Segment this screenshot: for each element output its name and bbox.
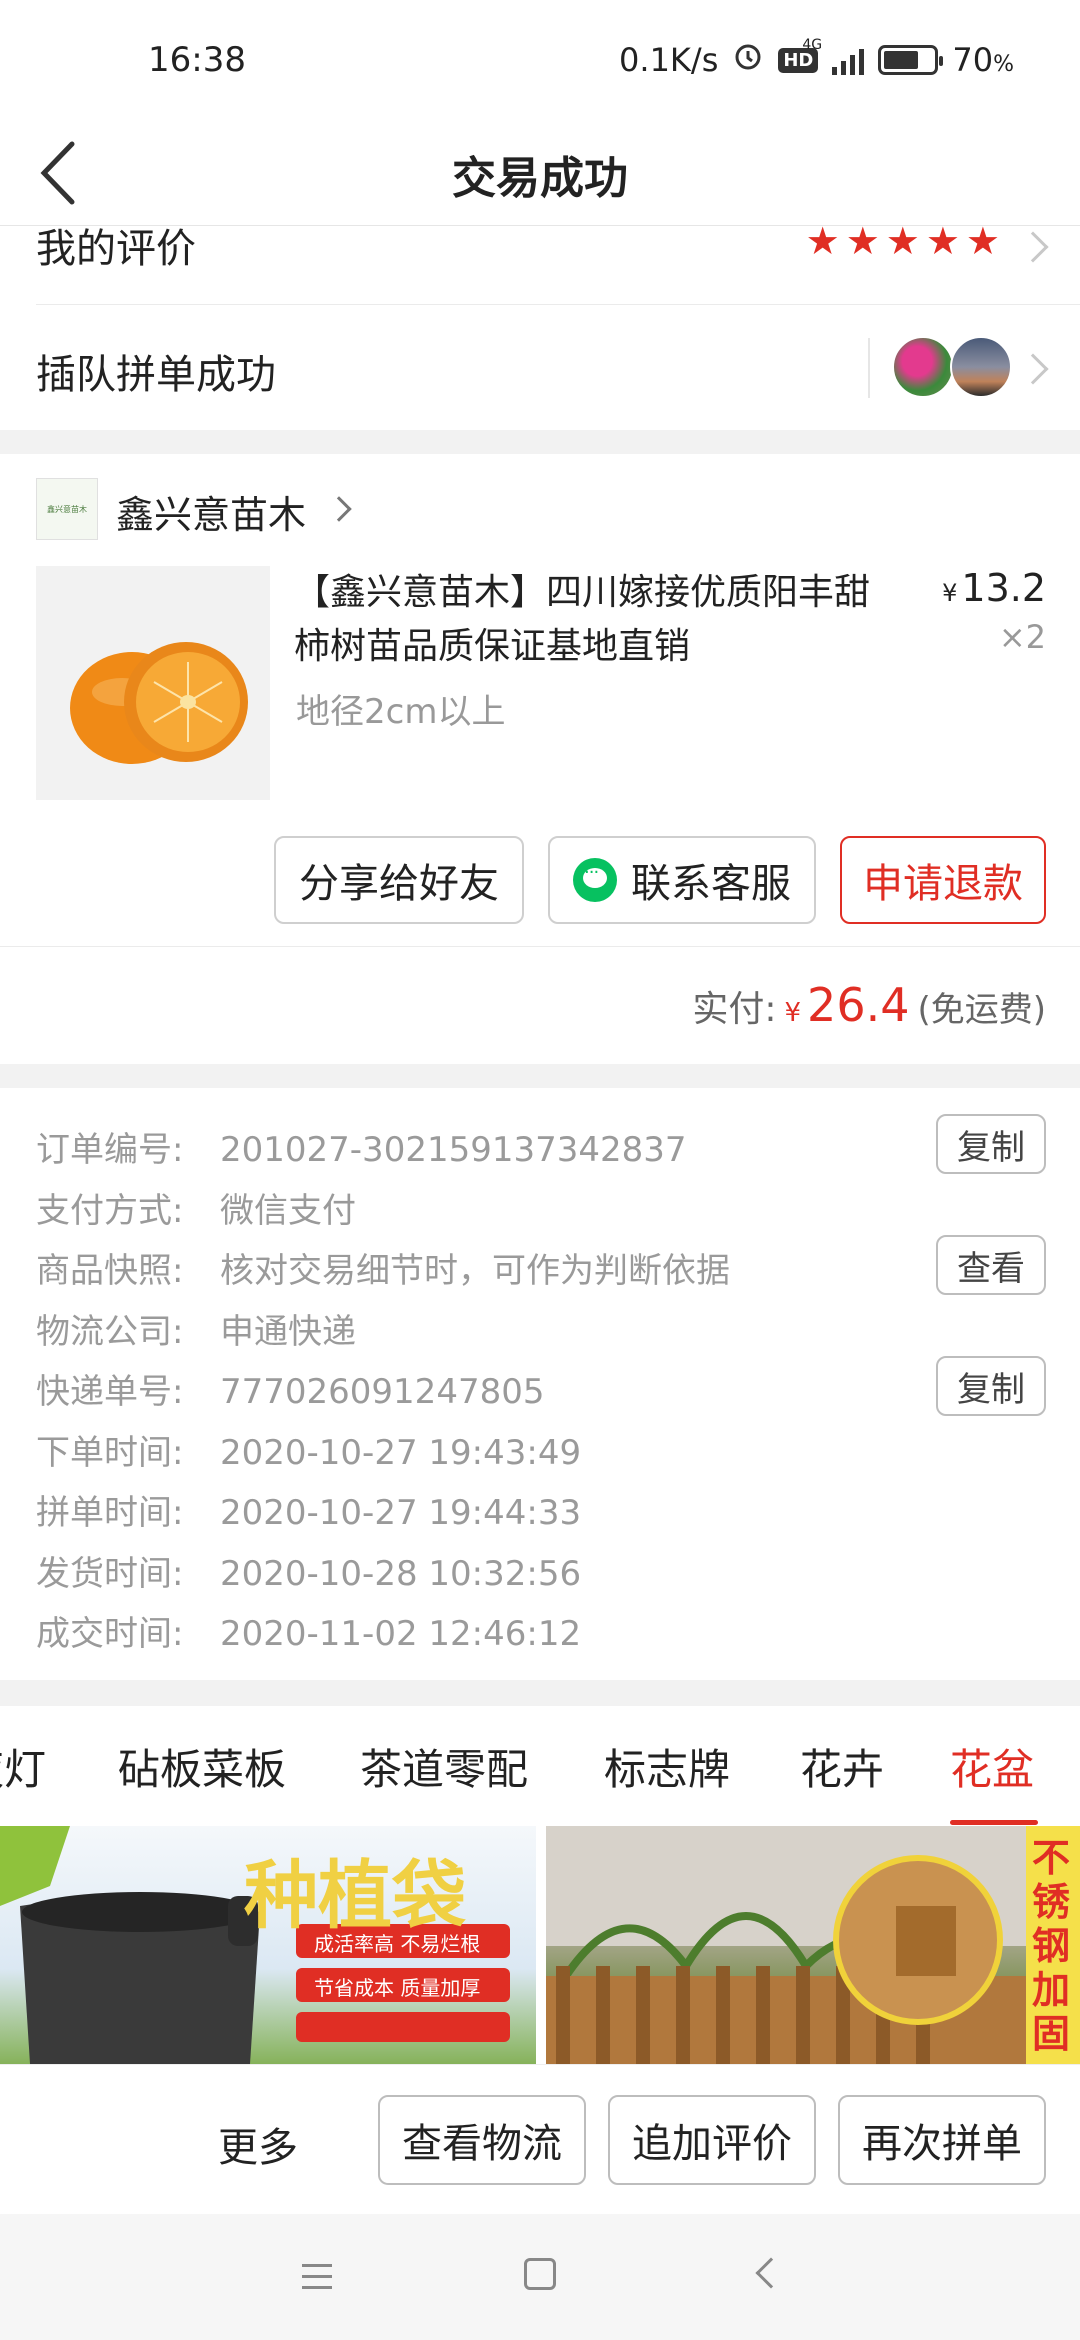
order-info-key: 商品快照:	[36, 1251, 184, 1291]
section-gap	[0, 1064, 1080, 1088]
order-info-value: 201027-302159137342837	[220, 1130, 687, 1170]
order-info-row: 成交时间: 2020-11-02 12:46:12	[36, 1606, 581, 1655]
product-image[interactable]	[36, 566, 270, 800]
divider	[0, 946, 1080, 947]
system-navigation-bar	[0, 2214, 1080, 2340]
persimmon-image	[70, 642, 248, 764]
status-icons: 0.1K/s HD 4G 70%	[619, 37, 1014, 80]
section-gap	[0, 430, 1080, 454]
order-info-value: 2020-10-27 19:43:49	[220, 1432, 582, 1473]
payment-amount: 26.4	[807, 978, 910, 1032]
shop-name-link[interactable]: 鑫兴意苗木	[116, 484, 306, 539]
order-info-row: 发货时间: 2020-10-28 10:32:56	[36, 1546, 581, 1595]
order-info-key: 快递单号:	[36, 1372, 184, 1412]
order-info-row: 快递单号: 777026091247805	[36, 1364, 544, 1413]
section-gap	[0, 1680, 1080, 1706]
category-tab[interactable]: 茶道零配	[360, 1736, 528, 1797]
category-tabs: 夜灯 砧板菜板 茶道零配 标志牌 花卉 花盆	[0, 1706, 1080, 1826]
page-title: 交易成功	[452, 153, 628, 204]
status-bar: 16:38 0.1K/s HD 4G 70%	[0, 0, 1080, 118]
view-logistics-button[interactable]: 查看物流	[378, 2095, 586, 2185]
order-info-row: 订单编号: 201027-302159137342837	[36, 1122, 687, 1171]
copy-button[interactable]: 复制	[936, 1356, 1046, 1416]
alarm-icon	[732, 40, 764, 80]
banner-tag: 成活率高 不易烂根	[314, 1932, 481, 1956]
reorder-button[interactable]: 再次拼单	[838, 2095, 1046, 2185]
bottom-action-bar: 更多 查看物流 追加评价 再次拼单	[0, 2064, 1080, 2214]
contact-service-label: 联系客服	[631, 861, 791, 907]
order-info-row: 支付方式: 微信支付	[36, 1183, 356, 1232]
home-icon[interactable]	[524, 2258, 556, 2290]
category-tab-active[interactable]: 花盆	[950, 1736, 1034, 1797]
category-tab[interactable]: 砧板菜板	[118, 1736, 286, 1797]
avatar	[892, 336, 954, 398]
planter-box-image	[546, 1826, 1080, 2064]
rating-stars: ★ ★ ★ ★ ★	[806, 222, 1000, 260]
copy-button[interactable]: 复制	[936, 1114, 1046, 1174]
contact-service-button[interactable]: 联系客服	[548, 836, 816, 924]
banner-planting-bag[interactable]: 种植袋 成活率高 不易烂根 节省成本 质量加厚	[0, 1826, 536, 2064]
order-info-row: 拼单时间: 2020-10-27 19:44:33	[36, 1485, 581, 1534]
order-info-value: 申通快递	[220, 1311, 356, 1352]
network-type: 4G	[802, 37, 823, 53]
order-info-row: 下单时间: 2020-10-27 19:43:49	[36, 1425, 581, 1474]
refund-button[interactable]: 申请退款	[840, 836, 1046, 924]
order-info-value: 核对交易细节时，可作为判断依据	[220, 1251, 730, 1291]
star-icon: ★	[805, 219, 840, 263]
product-price: ¥13.2	[942, 566, 1046, 610]
top-navbar: 交易成功	[0, 118, 1080, 226]
banner-tag: 不锈钢加固	[1032, 1836, 1071, 2056]
chat-icon	[573, 858, 617, 902]
shipping-note: (免运费)	[917, 990, 1046, 1030]
shop-name: 鑫兴意苗木	[116, 493, 307, 537]
product-quantity: ×2	[998, 618, 1046, 656]
order-info-value: 777026091247805	[220, 1372, 545, 1412]
share-button[interactable]: 分享给好友	[274, 836, 524, 924]
banner-planter-box[interactable]: 不锈钢加固	[546, 1826, 1080, 2064]
divider	[36, 304, 1080, 305]
order-info-key: 订单编号:	[36, 1130, 184, 1170]
category-tab[interactable]: 夜灯	[0, 1736, 46, 1797]
order-info-row: 物流公司: 申通快递	[36, 1304, 356, 1353]
menu-icon[interactable]	[302, 2264, 332, 2297]
order-info-key: 成交时间:	[36, 1614, 184, 1654]
order-info-row: 商品快照: 核对交易细节时，可作为判断依据	[36, 1243, 730, 1292]
star-icon: ★	[885, 219, 920, 263]
order-info-key: 物流公司:	[36, 1311, 184, 1352]
battery-level: 70%	[952, 41, 1014, 79]
active-tab-indicator	[950, 1820, 1038, 1825]
order-info-value: 2020-10-27 19:44:33	[220, 1493, 582, 1533]
order-info-key: 发货时间:	[36, 1553, 184, 1594]
order-info-value: 2020-10-28 10:32:56	[220, 1553, 582, 1594]
payment-summary: 实付: ¥ 26.4 (免运费)	[692, 978, 1046, 1032]
my-review-label: 我的评价	[36, 226, 196, 272]
more-button[interactable]: 更多	[218, 2115, 298, 2173]
order-info-value: 微信支付	[220, 1190, 356, 1231]
star-icon: ★	[925, 219, 960, 263]
banner-title: 种植袋	[244, 1853, 466, 1939]
product-title[interactable]: 【鑫兴意苗木】四川嫁接优质阳丰甜柿树苗品质保证基地直销	[294, 566, 894, 674]
add-review-button[interactable]: 追加评价	[608, 2095, 816, 2185]
avatar	[950, 336, 1012, 398]
battery-icon	[878, 45, 944, 75]
group-success-label: 插队拼单成功	[36, 352, 276, 398]
back-icon[interactable]	[755, 2257, 787, 2289]
product-spec: 地径2cm以上	[296, 692, 506, 732]
signal-icon: 4G	[802, 37, 865, 75]
star-icon: ★	[965, 219, 1000, 263]
payment-label: 实付:	[692, 989, 777, 1030]
banner-tag: 节省成本 质量加厚	[314, 1976, 481, 2000]
order-info-key: 拼单时间:	[36, 1493, 184, 1533]
category-tab[interactable]: 标志牌	[604, 1736, 730, 1797]
order-info-key: 下单时间:	[36, 1432, 184, 1473]
star-icon: ★	[845, 219, 880, 263]
shop-logo: 鑫兴意苗木	[36, 478, 98, 540]
order-info-key: 支付方式:	[36, 1190, 184, 1231]
order-info-value: 2020-11-02 12:46:12	[220, 1614, 582, 1654]
view-snapshot-button[interactable]: 查看	[936, 1235, 1046, 1295]
net-speed: 0.1K/s	[619, 41, 719, 79]
category-tab[interactable]: 花卉	[800, 1736, 884, 1797]
status-time: 16:38	[148, 40, 246, 80]
divider	[868, 338, 870, 398]
